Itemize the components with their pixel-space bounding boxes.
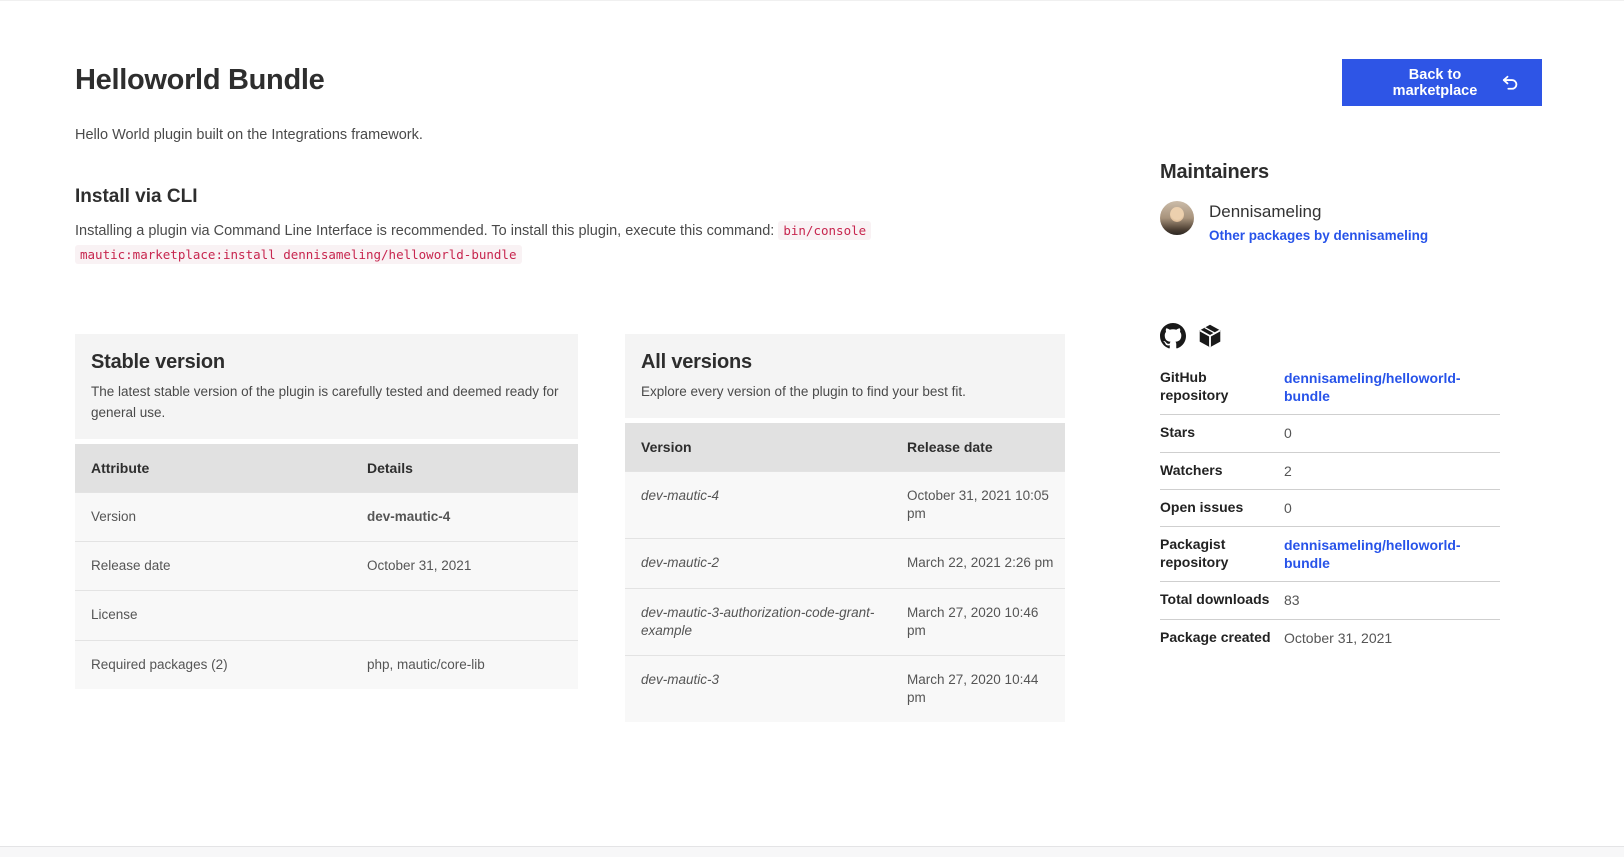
other-packages-link[interactable]: Other packages by dennisameling — [1209, 228, 1428, 243]
stat-value: 83 — [1284, 591, 1500, 609]
column-header-attribute: Attribute — [75, 444, 351, 493]
page-title: Helloworld Bundle — [75, 63, 975, 97]
stat-row: Total downloads 83 — [1160, 582, 1500, 619]
stat-value: 2 — [1284, 462, 1500, 480]
version-cell: dev-mautic-2 — [625, 539, 891, 588]
repo-icons — [1160, 323, 1500, 349]
table-row: dev-mautic-4 October 31, 2021 10:05 pm — [625, 471, 1065, 538]
detail-cell — [351, 591, 578, 640]
stat-row: Stars 0 — [1160, 415, 1500, 452]
footer-strip — [0, 846, 1624, 857]
stat-row: Package created October 31, 2021 — [1160, 620, 1500, 656]
column-header-release-date: Release date — [891, 423, 1065, 472]
table-row: dev-mautic-3-authorization-code-grant-ex… — [625, 588, 1065, 655]
stat-label: GitHub repository — [1160, 369, 1284, 405]
stat-value: 0 — [1284, 499, 1500, 517]
page-subtitle: Hello World plugin built on the Integrat… — [75, 125, 975, 145]
all-versions-table: Version Release date dev-mautic-4 Octobe… — [625, 423, 1065, 723]
stat-label: Packagist repository — [1160, 536, 1284, 572]
package-icon — [1197, 323, 1223, 349]
all-versions-heading: All versions — [641, 351, 1049, 374]
stat-row: Watchers 2 — [1160, 453, 1500, 490]
table-row: Required packages (2) php, mautic/core-l… — [75, 640, 578, 689]
stat-row: GitHub repository dennisameling/hellowor… — [1160, 360, 1500, 415]
all-versions-card-head: All versions Explore every version of th… — [625, 334, 1065, 418]
stat-label: Package created — [1160, 629, 1284, 647]
maintainer-row: Dennisameling Other packages by dennisam… — [1160, 201, 1500, 243]
stat-label: Stars — [1160, 424, 1284, 442]
maintainer-info: Dennisameling Other packages by dennisam… — [1209, 201, 1428, 243]
stable-table-header-row: Attribute Details — [75, 444, 578, 493]
install-cli-heading: Install via CLI — [75, 186, 1065, 208]
stat-value[interactable]: dennisameling/helloworld-bundle — [1284, 536, 1500, 572]
install-cli-text-before: Installing a plugin via Command Line Int… — [75, 223, 778, 239]
stat-value[interactable]: dennisameling/helloworld-bundle — [1284, 369, 1500, 405]
detail-cell[interactable]: dev-mautic-4 — [351, 492, 578, 541]
table-row: Release date October 31, 2021 — [75, 542, 578, 591]
maintainer-name: Dennisameling — [1209, 201, 1428, 223]
version-cell: dev-mautic-3-authorization-code-grant-ex… — [625, 588, 891, 655]
sidebar: Maintainers Dennisameling Other packages… — [1160, 161, 1500, 656]
release-date-cell: October 31, 2021 10:05 pm — [891, 471, 1065, 538]
stat-value: October 31, 2021 — [1284, 629, 1500, 647]
release-date-cell: March 22, 2021 2:26 pm — [891, 539, 1065, 588]
version-cell: dev-mautic-3 — [625, 656, 891, 723]
stable-version-table: Attribute Details Version dev-mautic-4 R… — [75, 444, 578, 689]
install-cli-text: Installing a plugin via Command Line Int… — [75, 220, 1065, 268]
attribute-cell: Release date — [75, 542, 351, 591]
table-row: dev-mautic-3 March 27, 2020 10:44 pm — [625, 656, 1065, 723]
attribute-cell: License — [75, 591, 351, 640]
stat-row: Open issues 0 — [1160, 490, 1500, 527]
stable-version-heading: Stable version — [91, 351, 562, 374]
versions-table-header-row: Version Release date — [625, 423, 1065, 472]
attribute-cell: Required packages (2) — [75, 640, 351, 689]
back-button-label: Back to marketplace — [1370, 67, 1500, 99]
stat-label: Open issues — [1160, 499, 1284, 517]
table-row: dev-mautic-2 March 22, 2021 2:26 pm — [625, 539, 1065, 588]
release-date-cell: March 27, 2020 10:44 pm — [891, 656, 1065, 723]
undo-icon — [1500, 73, 1520, 93]
table-row: License — [75, 591, 578, 640]
install-cli-section: Install via CLI Installing a plugin via … — [75, 186, 1065, 268]
github-icon — [1160, 323, 1186, 349]
table-row: Version dev-mautic-4 — [75, 492, 578, 541]
stat-value: 0 — [1284, 424, 1500, 442]
attribute-cell: Version — [75, 492, 351, 541]
back-to-marketplace-button[interactable]: Back to marketplace — [1342, 59, 1542, 106]
all-versions-card: All versions Explore every version of th… — [625, 334, 1065, 722]
column-header-version: Version — [625, 423, 891, 472]
version-cell: dev-mautic-4 — [625, 471, 891, 538]
stable-version-description: The latest stable version of the plugin … — [91, 382, 562, 424]
maintainers-heading: Maintainers — [1160, 161, 1500, 184]
all-versions-description: Explore every version of the plugin to f… — [641, 382, 1049, 403]
cards-row: Stable version The latest stable version… — [75, 334, 1065, 722]
stable-version-card: Stable version The latest stable version… — [75, 334, 578, 689]
detail-cell: October 31, 2021 — [351, 542, 578, 591]
release-date-cell: March 27, 2020 10:46 pm — [891, 588, 1065, 655]
stable-version-card-head: Stable version The latest stable version… — [75, 334, 578, 439]
detail-cell: php, mautic/core-lib — [351, 640, 578, 689]
repo-stats: GitHub repository dennisameling/hellowor… — [1160, 360, 1500, 656]
page-header: Helloworld Bundle Hello World plugin bui… — [75, 63, 975, 145]
stat-label: Watchers — [1160, 462, 1284, 480]
avatar — [1160, 201, 1194, 235]
column-header-details: Details — [351, 444, 578, 493]
stat-label: Total downloads — [1160, 591, 1284, 609]
stat-row: Packagist repository dennisameling/hello… — [1160, 527, 1500, 582]
